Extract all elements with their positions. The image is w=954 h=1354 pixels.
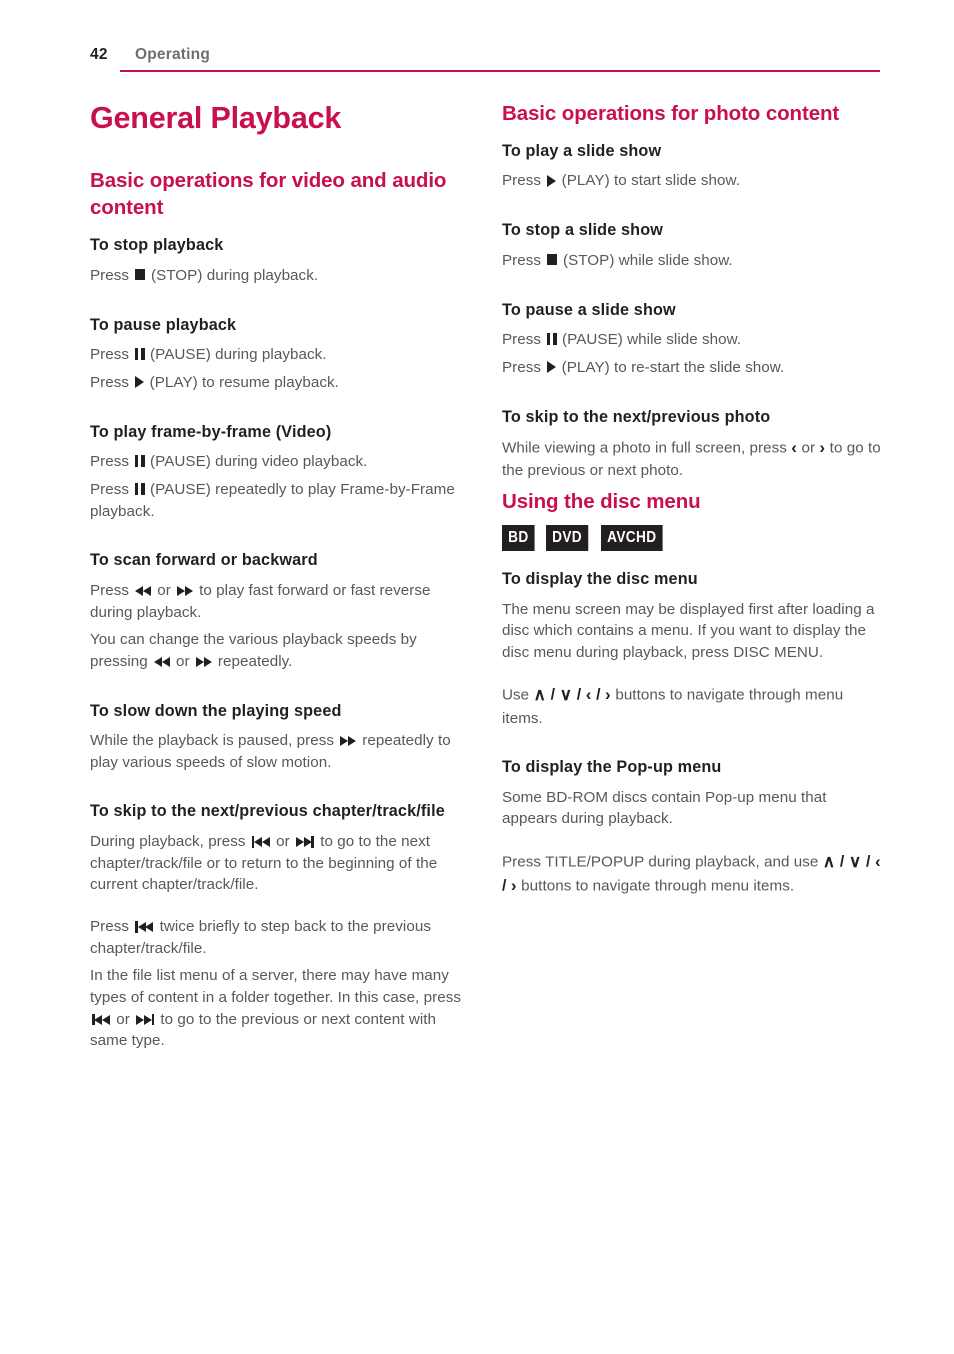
skip-next-icon bbox=[134, 1009, 156, 1031]
glyph-separator: / bbox=[546, 687, 560, 705]
pause-icon bbox=[545, 329, 557, 351]
document-page: 42 Operating General Playback Basic oper… bbox=[0, 0, 954, 1354]
subsection-heading: To pause playback bbox=[90, 315, 237, 334]
body-paragraph: In the file list menu of a server, there… bbox=[90, 967, 461, 1050]
fast-forward-icon bbox=[175, 580, 195, 602]
subsection-heading: To play frame-by-frame (Video) bbox=[90, 422, 332, 441]
play-icon bbox=[545, 171, 557, 193]
skip-previous-icon bbox=[90, 1009, 112, 1031]
page-title: General Playback bbox=[90, 101, 342, 135]
running-header: 42 Operating bbox=[90, 46, 880, 76]
body-paragraph: Press (PLAY) to start slide show. bbox=[502, 170, 882, 192]
body-paragraph: Press (PAUSE) during playback. bbox=[90, 344, 470, 366]
skip-next-icon bbox=[294, 831, 316, 853]
body-paragraph: While the playback is paused, press repe… bbox=[90, 730, 451, 771]
header-section-title: Operating bbox=[135, 46, 211, 63]
body-paragraph: Press twice briefly to step back to the … bbox=[90, 916, 431, 957]
disc-badge-dvd: DVD bbox=[546, 524, 589, 552]
glyph-separator: / bbox=[572, 687, 586, 705]
arrow-up-glyph: ∧ bbox=[822, 851, 836, 871]
rewind-icon bbox=[133, 580, 153, 602]
body-paragraph: Press (STOP) during playback. bbox=[90, 265, 470, 287]
section-heading-photo: Basic operations for photo content bbox=[502, 102, 840, 125]
disc-badge-bd: BD bbox=[502, 524, 535, 552]
left-block-list: To stop playback Press (STOP) during play… bbox=[90, 235, 470, 1052]
subsection-heading: To scan forward or backward bbox=[90, 551, 318, 570]
subsection-heading: To play a slide show bbox=[502, 142, 662, 161]
body-paragraph: You can change the various playback spee… bbox=[90, 629, 470, 672]
arrow-right-glyph: › bbox=[510, 875, 517, 895]
body-paragraph: Press (PAUSE) during video playback. bbox=[90, 451, 470, 473]
play-icon bbox=[545, 357, 557, 379]
stop-icon bbox=[545, 250, 558, 272]
glyph-separator: / bbox=[861, 853, 875, 871]
header-divider bbox=[120, 70, 880, 72]
body-paragraph: Press TITLE/POPUP during playback, and u… bbox=[502, 850, 882, 898]
arrow-down-glyph: ∨ bbox=[848, 851, 862, 871]
body-paragraph: Use ∧ / ∨ / ‹ / › buttons to navigate th… bbox=[502, 685, 844, 727]
subsection-heading: To stop a slide show bbox=[502, 221, 663, 240]
glyph-separator: / bbox=[502, 877, 511, 895]
page-number: 42 bbox=[90, 46, 108, 63]
left-column: General Playback Basic operations for vi… bbox=[90, 100, 470, 1058]
section-heading-video-audio: Basic operations for video and audio con… bbox=[90, 169, 447, 220]
right-block-list: To play a slide show Press (PLAY) to star… bbox=[502, 141, 882, 482]
subsection-heading: To stop playback bbox=[90, 236, 224, 255]
subsection-heading: To pause a slide show bbox=[502, 300, 676, 319]
body-paragraph: Press (PAUSE) while slide show. bbox=[502, 329, 882, 351]
body-paragraph: While viewing a photo in full screen, pr… bbox=[502, 438, 881, 480]
pause-icon bbox=[133, 479, 145, 501]
body-paragraph: Press (PLAY) to re-start the slide show. bbox=[502, 357, 882, 379]
arrow-right-glyph: › bbox=[819, 438, 826, 458]
disc-type-badges: BD DVD AVCHD bbox=[502, 524, 882, 552]
body-paragraph: Press (PLAY) to resume playback. bbox=[90, 372, 470, 394]
skip-previous-icon bbox=[133, 916, 155, 938]
subsection-heading: To display the Pop-up menu bbox=[502, 758, 722, 777]
stop-icon bbox=[133, 265, 146, 287]
glyph-separator: / bbox=[835, 853, 849, 871]
body-paragraph: The menu screen may be displayed first a… bbox=[502, 600, 875, 661]
subsection-heading: To slow down the playing speed bbox=[90, 701, 342, 720]
disc-badge-avchd: AVCHD bbox=[601, 524, 663, 552]
pause-icon bbox=[133, 451, 145, 473]
fast-forward-icon bbox=[194, 651, 214, 673]
arrow-up-glyph: ∧ bbox=[533, 685, 547, 705]
right-column: Basic operations for photo content To pl… bbox=[502, 100, 882, 904]
arrow-left-glyph: ‹ bbox=[791, 438, 798, 458]
arrow-down-glyph: ∨ bbox=[559, 685, 573, 705]
fast-forward-icon bbox=[338, 730, 358, 752]
body-paragraph: Press (PAUSE) repeatedly to play Frame-b… bbox=[90, 479, 455, 520]
arrow-right-glyph: › bbox=[605, 685, 612, 705]
subsection-heading: To display the disc menu bbox=[502, 570, 698, 589]
body-paragraph: Some BD-ROM discs contain Pop-up menu th… bbox=[502, 788, 827, 828]
section-heading-disc-menu: Using the disc menu bbox=[502, 489, 701, 513]
subsection-heading: To skip to the next/previous chapter/tra… bbox=[90, 802, 445, 821]
body-paragraph: Press (STOP) while slide show. bbox=[502, 250, 882, 272]
rewind-icon bbox=[152, 651, 172, 673]
arrow-left-glyph: ‹ bbox=[874, 851, 881, 871]
play-icon bbox=[133, 372, 145, 394]
pause-icon bbox=[133, 344, 145, 366]
body-paragraph: During playback, press or to go to the n… bbox=[90, 831, 438, 894]
disc-menu-block-list: To display the disc menu The menu screen … bbox=[502, 569, 882, 898]
body-paragraph: Press or to play fast forward or fast re… bbox=[90, 580, 431, 621]
subsection-heading: To skip to the next/previous photo bbox=[502, 407, 771, 426]
glyph-separator: / bbox=[591, 687, 606, 705]
skip-previous-icon bbox=[250, 831, 272, 853]
